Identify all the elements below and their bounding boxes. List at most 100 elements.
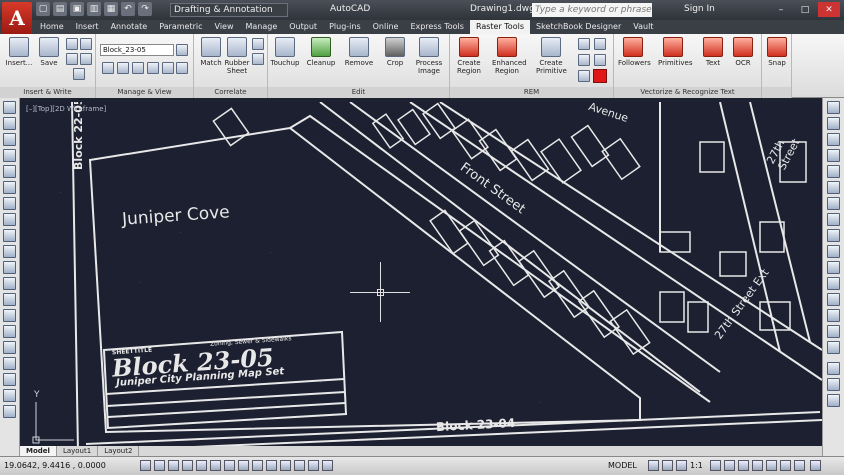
tab-parametric[interactable]: Parametric	[153, 20, 208, 34]
gradient-icon[interactable]	[3, 341, 16, 354]
polyline-icon[interactable]	[3, 133, 16, 146]
group-label-manage-view[interactable]: Manage & View	[96, 87, 193, 98]
tab-sketchbook-designer[interactable]: SketchBook Designer	[530, 20, 627, 34]
image-write-icon[interactable]	[80, 53, 92, 65]
dynamic-ucs-icon[interactable]	[252, 460, 263, 471]
rem-option-icon-5[interactable]	[594, 54, 606, 66]
draworder-back-icon[interactable]	[827, 394, 840, 407]
hatch-icon[interactable]	[3, 325, 16, 338]
open-icon[interactable]: ▤	[53, 2, 67, 16]
annotation-scale-icon[interactable]	[676, 460, 687, 471]
tab-online[interactable]: Online	[367, 20, 405, 34]
close-button[interactable]: ✕	[818, 2, 840, 17]
correlate-option-icon[interactable]	[252, 38, 264, 50]
tab-express-tools[interactable]: Express Tools	[404, 20, 470, 34]
object-snap-icon[interactable]	[210, 460, 221, 471]
tab-raster-tools[interactable]: Raster Tools	[469, 20, 530, 34]
insert-button[interactable]: Insert...	[4, 37, 34, 67]
move-icon[interactable]	[827, 181, 840, 194]
touchup-button[interactable]: Touchup	[270, 37, 300, 67]
snap-mode-icon[interactable]	[154, 460, 165, 471]
image-frame-icon[interactable]	[117, 62, 129, 74]
add-selected-icon[interactable]	[3, 405, 16, 418]
redo-icon[interactable]: ↷	[138, 2, 152, 16]
viewport-controls[interactable]: [–][Top][2D Wireframe]	[26, 105, 106, 113]
remove-button[interactable]: Remove	[344, 37, 374, 67]
rem-option-icon-2[interactable]	[578, 54, 590, 66]
tab-layout1[interactable]: Layout1	[57, 446, 99, 456]
group-label-insert-write[interactable]: Insert & Write	[0, 87, 95, 98]
chamfer-icon[interactable]	[827, 309, 840, 322]
rem-option-icon-3[interactable]	[578, 70, 590, 82]
scale-icon[interactable]	[827, 213, 840, 226]
copy-icon[interactable]	[827, 117, 840, 130]
image-show-icon[interactable]	[147, 62, 159, 74]
rotate-icon[interactable]	[827, 197, 840, 210]
correlate-option-icon-2[interactable]	[252, 53, 264, 65]
image-list-icon[interactable]	[176, 44, 188, 56]
offset-icon[interactable]	[827, 149, 840, 162]
group-label-rem[interactable]: REM	[450, 87, 613, 98]
group-label-snap[interactable]	[762, 87, 791, 98]
image-hide-icon[interactable]	[132, 62, 144, 74]
annotation-scale-value[interactable]: 1:1	[690, 461, 703, 470]
workspace-switching-icon[interactable]	[738, 460, 749, 471]
construction-line-icon[interactable]	[3, 117, 16, 130]
snap-button[interactable]: Snap	[762, 37, 792, 67]
model-space-toggle[interactable]: MODEL	[608, 461, 637, 470]
array-icon[interactable]	[827, 165, 840, 178]
table-icon[interactable]	[3, 373, 16, 386]
isolate-objects-icon[interactable]	[780, 460, 791, 471]
undo-icon[interactable]: ↶	[121, 2, 135, 16]
break-icon[interactable]	[827, 277, 840, 290]
image-export-icon[interactable]	[80, 38, 92, 50]
image-reload-icon[interactable]	[73, 68, 85, 80]
image-select-dropdown[interactable]: Block_23-05	[100, 44, 174, 56]
fillet-icon[interactable]	[827, 325, 840, 338]
polar-tracking-icon[interactable]	[196, 460, 207, 471]
rem-color-swatch[interactable]	[593, 69, 607, 83]
image-quick-insert-icon[interactable]	[66, 53, 78, 65]
clean-screen-icon[interactable]	[810, 460, 821, 471]
tab-output[interactable]: Output	[283, 20, 323, 34]
quick-view-drawings-icon[interactable]	[662, 460, 673, 471]
maximize-button[interactable]: □	[794, 2, 816, 17]
line-tool-icon[interactable]	[3, 101, 16, 114]
rectangle-icon[interactable]	[3, 165, 16, 178]
grid-display-icon[interactable]	[168, 460, 179, 471]
annotation-visibility-icon[interactable]	[710, 460, 721, 471]
draworder-icon[interactable]	[827, 362, 840, 375]
spline-icon[interactable]	[3, 229, 16, 242]
ortho-mode-icon[interactable]	[182, 460, 193, 471]
infer-constraints-icon[interactable]	[140, 460, 151, 471]
object-snap-tracking-icon[interactable]	[238, 460, 249, 471]
group-label-vectorize[interactable]: Vectorize & Recognize Text	[614, 87, 761, 98]
save-button[interactable]: Save	[34, 37, 64, 67]
search-input[interactable]: Type a keyword or phrase	[532, 3, 652, 17]
ellipse-arc-icon[interactable]	[3, 261, 16, 274]
multiline-text-icon[interactable]	[3, 389, 16, 402]
extend-icon[interactable]	[827, 261, 840, 274]
tab-annotate[interactable]: Annotate	[105, 20, 154, 34]
point-icon[interactable]	[3, 309, 16, 322]
tab-plug-ins[interactable]: Plug-ins	[323, 20, 367, 34]
quick-properties-icon[interactable]	[308, 460, 319, 471]
crop-button[interactable]: Crop	[380, 37, 410, 67]
text-button[interactable]: Text	[698, 37, 728, 67]
tab-view[interactable]: View	[209, 20, 240, 34]
explode-icon[interactable]	[827, 341, 840, 354]
3d-object-snap-icon[interactable]	[224, 460, 235, 471]
lock-ui-icon[interactable]	[752, 460, 763, 471]
drawing-canvas[interactable]: [–][Top][2D Wireframe] Juniper Cove Fron…	[20, 102, 822, 456]
polygon-icon[interactable]	[3, 149, 16, 162]
dynamic-input-icon[interactable]	[266, 460, 277, 471]
followers-button[interactable]: Followers	[618, 37, 651, 67]
application-menu-button[interactable]: A	[2, 2, 32, 34]
tab-insert[interactable]: Insert	[70, 20, 105, 34]
image-properties-icon[interactable]	[176, 62, 188, 74]
save-as-icon[interactable]: ▥	[87, 2, 101, 16]
image-insert-small-icon[interactable]	[66, 38, 78, 50]
primitives-button[interactable]: Primitives	[658, 37, 692, 67]
process-image-button[interactable]: Process Image	[414, 37, 444, 75]
mirror-icon[interactable]	[827, 133, 840, 146]
